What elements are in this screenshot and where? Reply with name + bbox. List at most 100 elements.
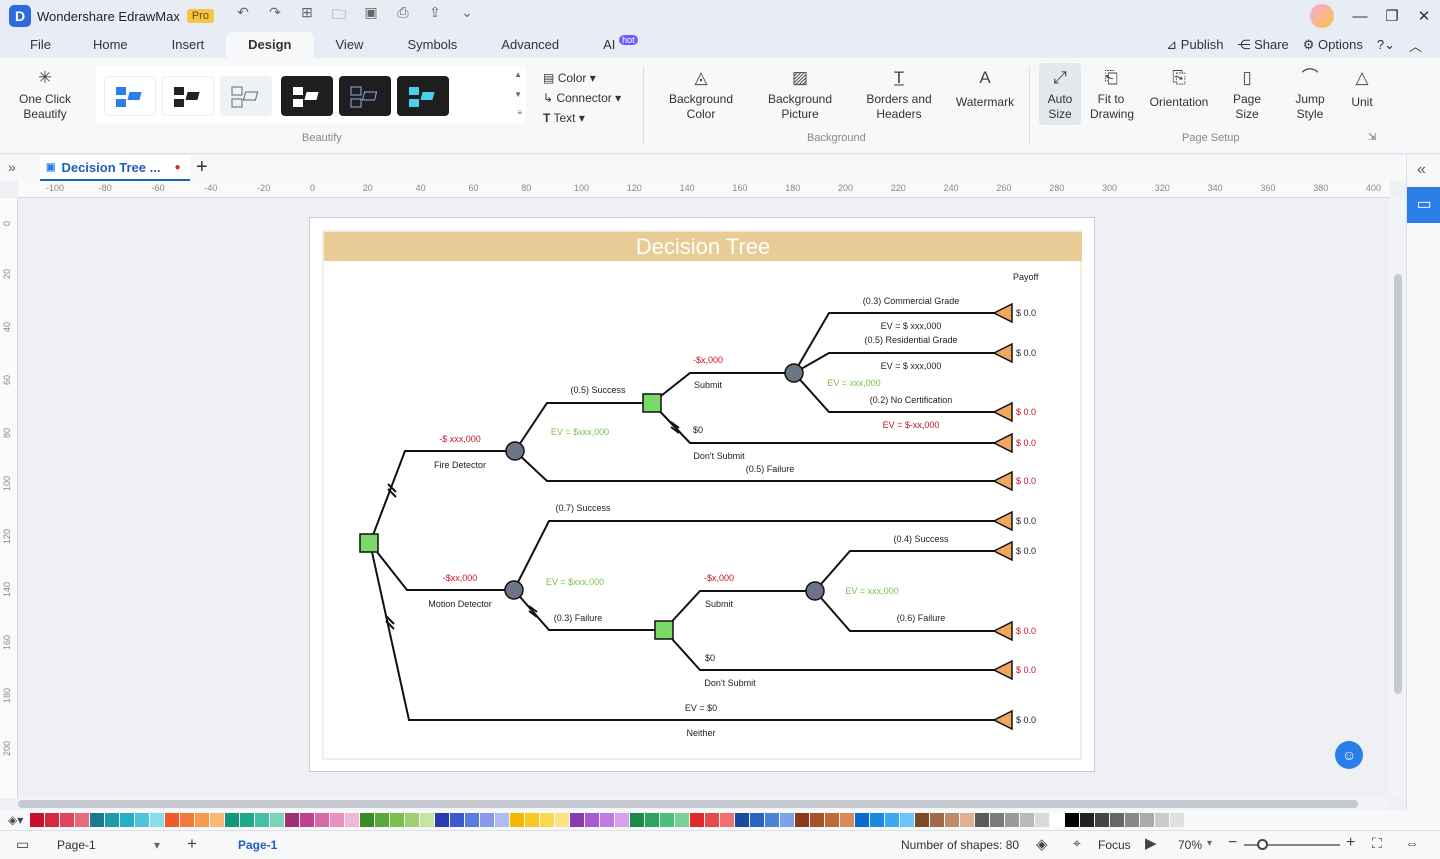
color-swatch[interactable] <box>60 813 74 827</box>
options-button[interactable]: ⚙ Options <box>1303 37 1363 53</box>
color-swatch[interactable] <box>1125 813 1139 827</box>
color-swatch[interactable] <box>90 813 104 827</box>
connector-dropdown[interactable]: ↳ Connector ▾ <box>543 88 621 108</box>
orientation-button[interactable]: ⎘ Orientation <box>1146 68 1212 110</box>
undo-icon[interactable]: ↶ <box>232 4 254 28</box>
color-swatch[interactable] <box>150 813 164 827</box>
color-swatch[interactable] <box>585 813 599 827</box>
color-swatch[interactable] <box>510 813 524 827</box>
minimize-icon[interactable]: — <box>1344 8 1376 25</box>
color-swatch[interactable] <box>525 813 539 827</box>
collapse-right-panel-icon[interactable]: « <box>1417 161 1426 179</box>
color-swatch[interactable] <box>765 813 779 827</box>
color-swatch[interactable] <box>480 813 494 827</box>
zoom-slider-handle[interactable] <box>1257 839 1268 850</box>
fit-page-icon[interactable]: ⇔ <box>1405 835 1419 851</box>
menu-view[interactable]: View <box>314 32 386 58</box>
horizontal-scrollbar[interactable] <box>18 798 1390 810</box>
color-swatch[interactable] <box>1005 813 1019 827</box>
color-swatch[interactable] <box>645 813 659 827</box>
color-swatch[interactable] <box>660 813 674 827</box>
color-swatch[interactable] <box>225 813 239 827</box>
menu-symbols[interactable]: Symbols <box>385 32 479 58</box>
new-icon[interactable]: ⊞ <box>296 4 318 28</box>
zoom-out-icon[interactable]: − <box>1228 834 1237 852</box>
close-icon[interactable]: ✕ <box>1408 7 1440 25</box>
color-swatch[interactable] <box>690 813 704 827</box>
fullscreen-icon[interactable]: ⛶ <box>1372 835 1382 852</box>
color-swatch[interactable] <box>1065 813 1079 827</box>
ai-assistant-icon[interactable]: ☺ <box>1335 741 1363 769</box>
style-option-4[interactable] <box>281 76 333 116</box>
add-tab-icon[interactable]: + <box>196 156 208 179</box>
color-swatch[interactable] <box>240 813 254 827</box>
color-swatch[interactable] <box>1110 813 1124 827</box>
color-swatch[interactable] <box>675 813 689 827</box>
color-swatch[interactable] <box>780 813 794 827</box>
color-swatch[interactable] <box>345 813 359 827</box>
color-swatch[interactable] <box>1155 813 1169 827</box>
color-swatch[interactable] <box>390 813 404 827</box>
color-swatch[interactable] <box>720 813 734 827</box>
color-swatch[interactable] <box>705 813 719 827</box>
menu-home[interactable]: Home <box>71 32 150 58</box>
color-swatch[interactable] <box>1020 813 1034 827</box>
background-picture-button[interactable]: ▨ Background Picture <box>762 68 838 122</box>
diagram-page[interactable]: Decision Tree Payoff $ 0.0 $ 0.0 $ 0.0 $… <box>309 217 1095 772</box>
color-swatch[interactable] <box>435 813 449 827</box>
color-swatch[interactable] <box>165 813 179 827</box>
color-swatch[interactable] <box>195 813 209 827</box>
page-setup-launcher-icon[interactable]: ⇲ <box>1368 132 1376 143</box>
menu-advanced[interactable]: Advanced <box>479 32 581 58</box>
color-swatch[interactable] <box>255 813 269 827</box>
menu-design[interactable]: Design <box>226 32 314 58</box>
color-swatch[interactable] <box>930 813 944 827</box>
zoom-chevron-icon[interactable]: ▾ <box>1207 838 1212 849</box>
help-icon[interactable]: ?⌄ <box>1377 37 1395 53</box>
color-swatch[interactable] <box>1050 813 1064 827</box>
jump-style-button[interactable]: ⌒ Jump Style <box>1290 68 1330 122</box>
color-swatch[interactable] <box>975 813 989 827</box>
page-size-button[interactable]: ▯ Page Size <box>1228 68 1266 122</box>
color-swatch[interactable] <box>495 813 509 827</box>
color-swatch[interactable] <box>915 813 929 827</box>
fit-to-drawing-button[interactable]: ⎗ Fit to Drawing <box>1090 68 1134 122</box>
color-swatch[interactable] <box>810 813 824 827</box>
style-option-3[interactable] <box>220 76 272 116</box>
vertical-scrollbar[interactable] <box>1390 198 1406 798</box>
text-dropdown[interactable]: T Text ▾ <box>543 108 621 128</box>
watermark-button[interactable]: A Watermark <box>952 68 1018 110</box>
color-swatch[interactable] <box>45 813 59 827</box>
color-swatch[interactable] <box>600 813 614 827</box>
color-swatch[interactable] <box>30 813 44 827</box>
zoom-level[interactable]: 70% <box>1178 838 1202 852</box>
vertical-scroll-thumb[interactable] <box>1394 274 1402 694</box>
horizontal-scroll-thumb[interactable] <box>18 800 1358 808</box>
color-swatch[interactable] <box>405 813 419 827</box>
page-list-icon[interactable]: ▭ <box>16 836 29 853</box>
color-swatch[interactable] <box>135 813 149 827</box>
menu-insert[interactable]: Insert <box>150 32 227 58</box>
color-swatch[interactable] <box>630 813 644 827</box>
color-swatch[interactable] <box>615 813 629 827</box>
color-dropdown[interactable]: ▤ Color ▾ <box>543 68 621 88</box>
auto-size-button[interactable]: ⤢ Auto Size <box>1039 63 1081 125</box>
menu-ai[interactable]: AI hot <box>581 32 659 58</box>
menu-file[interactable]: File <box>0 32 71 58</box>
color-swatch[interactable] <box>105 813 119 827</box>
style-option-2[interactable] <box>162 76 214 116</box>
color-swatch[interactable] <box>75 813 89 827</box>
gallery-up-icon[interactable]: ▲ <box>514 70 522 79</box>
canvas[interactable]: Decision Tree Payoff $ 0.0 $ 0.0 $ 0.0 $… <box>18 198 1390 798</box>
color-swatch[interactable] <box>570 813 584 827</box>
color-swatch[interactable] <box>285 813 299 827</box>
page-select[interactable]: Page-1 ▾ <box>52 835 162 855</box>
open-folder-icon[interactable]: 🗀 <box>328 4 350 28</box>
color-swatch[interactable] <box>990 813 1004 827</box>
background-color-button[interactable]: ◬ Background Color <box>664 68 738 122</box>
unit-button[interactable]: △ Unit <box>1346 68 1378 110</box>
color-swatch[interactable] <box>555 813 569 827</box>
expand-panel-icon[interactable]: » <box>8 159 16 175</box>
color-swatch[interactable] <box>750 813 764 827</box>
color-swatch[interactable] <box>795 813 809 827</box>
